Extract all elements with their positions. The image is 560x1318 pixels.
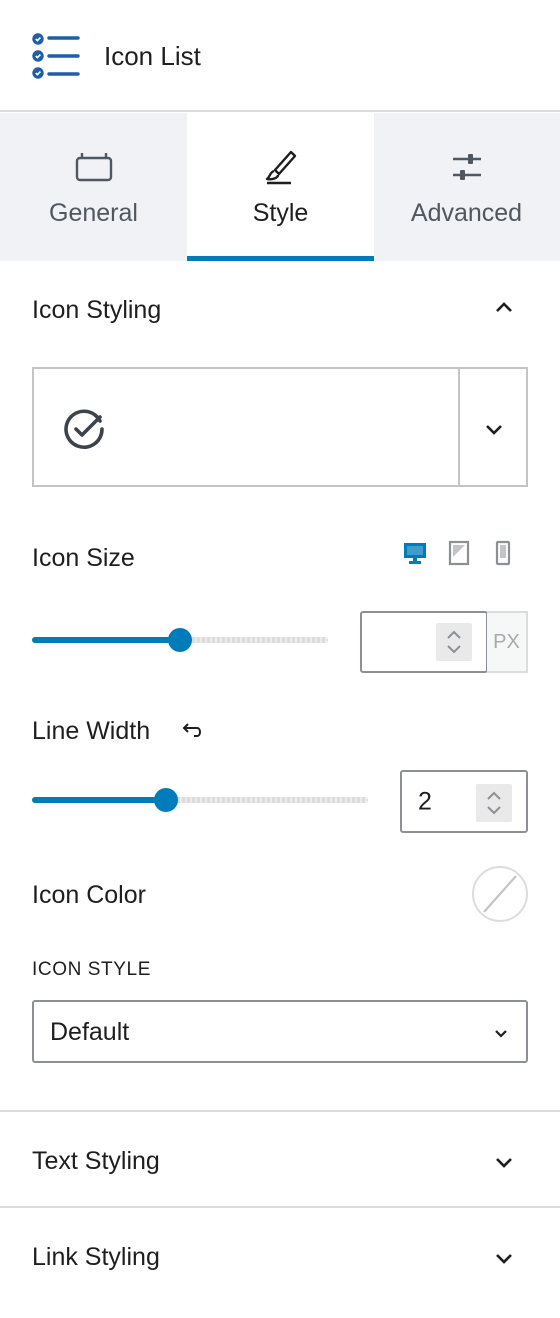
panel-title-text-styling[interactable]: Text Styling xyxy=(32,1145,160,1177)
icon-size-label: Icon Size xyxy=(32,544,135,572)
slider-thumb[interactable] xyxy=(154,788,179,812)
undo-icon[interactable] xyxy=(180,720,202,742)
sliders-icon xyxy=(452,154,481,180)
block-header: Icon List xyxy=(0,0,560,112)
stepper-arrows[interactable] xyxy=(476,784,512,822)
brush-icon xyxy=(265,150,296,185)
color-swatch[interactable] xyxy=(472,866,528,922)
panel-divider xyxy=(0,1110,560,1112)
picker-divider xyxy=(458,369,460,485)
card-icon xyxy=(75,153,112,182)
line-width-value: 2 xyxy=(418,787,432,815)
panel-title-icon-styling[interactable]: Icon Styling xyxy=(32,294,161,326)
active-tab-indicator xyxy=(187,256,374,261)
line-width-slider[interactable] xyxy=(32,786,368,814)
no-color-icon xyxy=(483,875,517,913)
desktop-icon[interactable] xyxy=(402,540,428,566)
icon-picker[interactable] xyxy=(32,367,528,487)
list-checks-icon xyxy=(32,33,80,79)
mobile-icon[interactable] xyxy=(490,540,516,566)
icon-style-select[interactable]: Default xyxy=(32,1000,528,1063)
slider-thumb[interactable] xyxy=(168,628,192,652)
slider-track xyxy=(32,797,167,803)
tab-label: Advanced xyxy=(410,199,523,227)
chevron-down-icon[interactable] xyxy=(492,1150,516,1174)
line-width-input[interactable]: 2 xyxy=(400,770,528,833)
icon-style-value: Default xyxy=(50,1018,130,1046)
unit-selector[interactable]: PX xyxy=(487,611,528,673)
tab-label: General xyxy=(49,199,138,227)
block-title: Icon List xyxy=(104,41,201,71)
line-width-label: Line Width xyxy=(32,717,151,745)
check-circle-icon xyxy=(64,409,104,450)
tab-label: Style xyxy=(252,199,309,227)
icon-size-input[interactable] xyxy=(360,611,488,673)
icon-size-slider[interactable] xyxy=(32,626,328,654)
panel-divider xyxy=(0,1206,560,1208)
panel-title-link-styling[interactable]: Link Styling xyxy=(32,1241,160,1273)
tab-general[interactable]: General xyxy=(0,113,187,261)
icon-style-label: ICON STYLE xyxy=(32,959,151,980)
slider-track xyxy=(32,637,180,643)
chevron-up-icon[interactable] xyxy=(492,296,516,320)
stepper-arrows-icon xyxy=(447,630,461,654)
tab-advanced[interactable]: Advanced xyxy=(373,113,560,261)
tab-style[interactable]: Style xyxy=(187,113,374,261)
icon-color-label: Icon Color xyxy=(32,881,146,909)
tablet-icon[interactable] xyxy=(446,540,472,566)
chevron-down-icon[interactable] xyxy=(492,1246,516,1270)
tab-bar: General Style Advanced xyxy=(0,113,560,261)
chevron-down-icon[interactable] xyxy=(482,417,506,441)
chevron-down-icon xyxy=(495,1030,507,1038)
stepper-arrows[interactable] xyxy=(436,623,472,661)
stepper-arrows-icon xyxy=(487,791,501,815)
